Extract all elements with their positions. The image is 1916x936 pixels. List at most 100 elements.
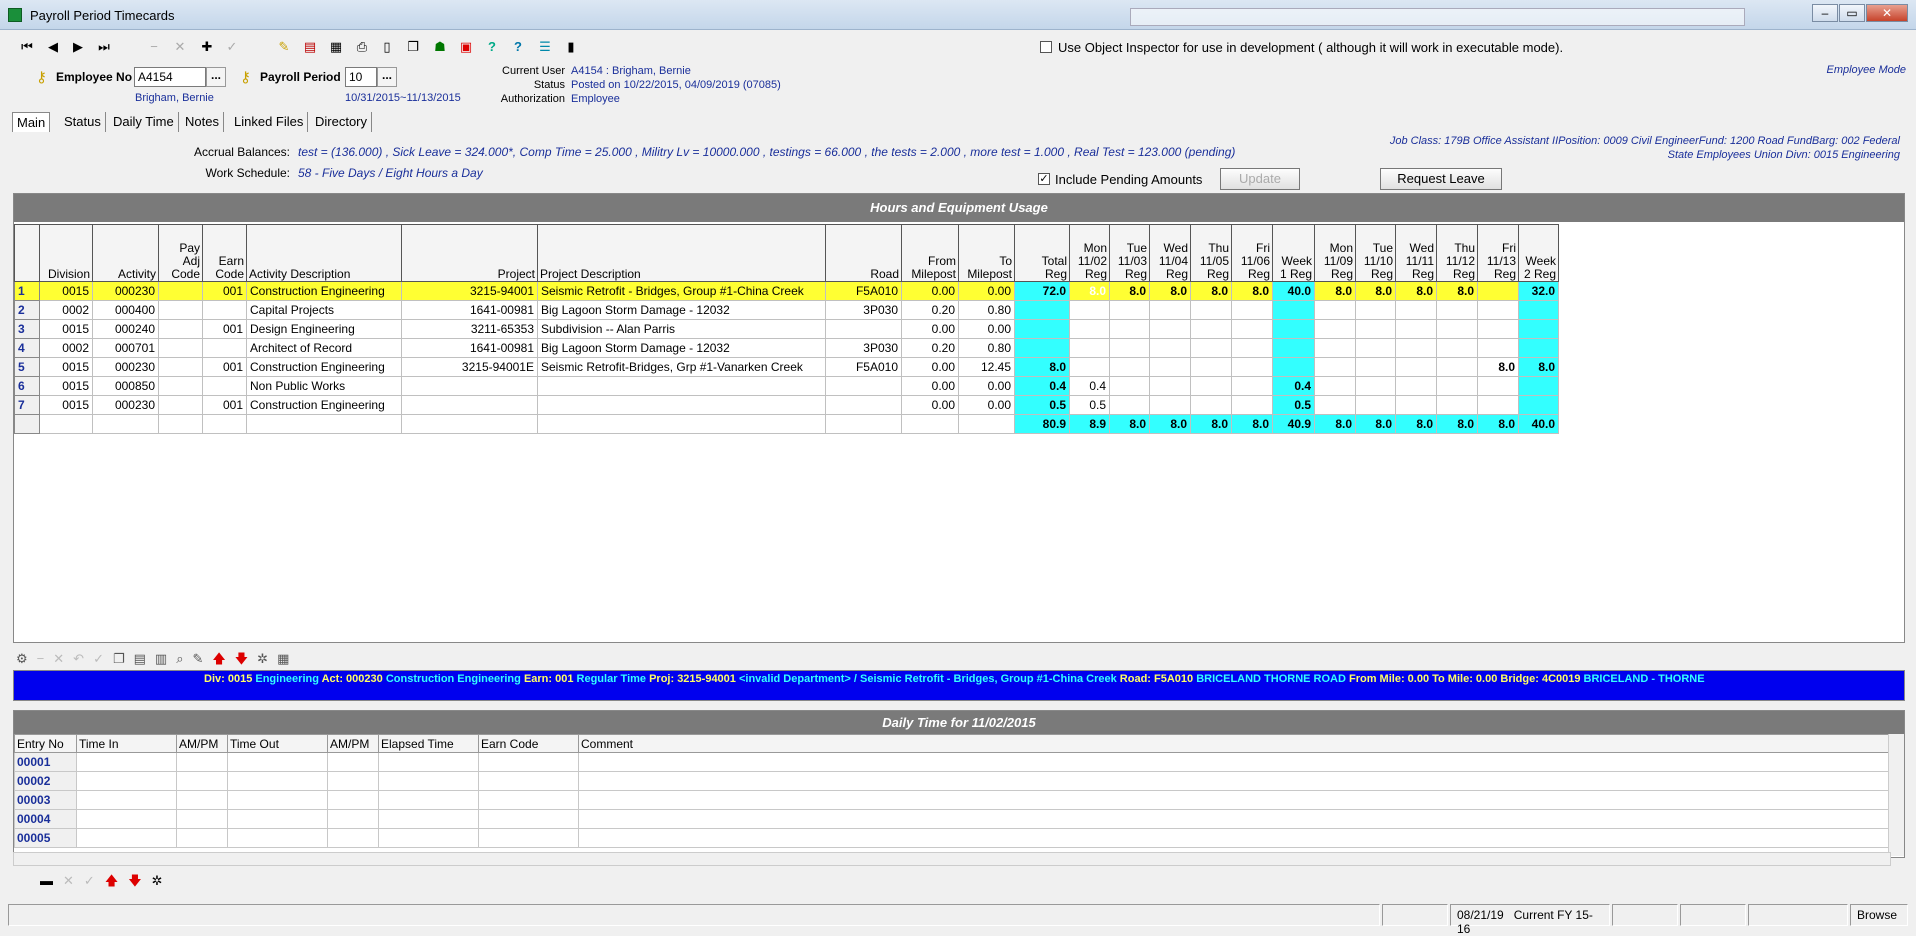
grid-cell[interactable] [1149,395,1191,415]
grid-cell[interactable]: 8.0 [1149,281,1191,301]
grid-cell[interactable] [1436,357,1478,377]
grid-cell[interactable]: 8.0 [1395,281,1437,301]
grid-cell[interactable]: Big Lagoon Storm Damage - 12032 [537,338,826,358]
grid-cell[interactable] [1231,300,1273,320]
grid-cell[interactable]: 0.00 [901,281,959,301]
grid-cell[interactable] [1109,357,1150,377]
grid-cell[interactable]: 3P030 [825,338,902,358]
last-record-icon[interactable]: ⏭ [94,38,114,56]
daily-cell[interactable] [327,752,379,772]
grid-cell[interactable] [1069,300,1110,320]
grid-cell[interactable] [1231,376,1273,396]
grid-cell[interactable] [1190,395,1232,415]
grid-cell[interactable] [1272,319,1315,339]
column-header[interactable]: From Milepost [901,224,959,282]
grid-undo-icon[interactable]: ↶ [73,651,93,666]
daily-cell[interactable] [478,752,579,772]
grid-find-icon[interactable]: ⌕ [176,651,192,666]
grid-cell[interactable] [1518,300,1559,320]
maximize-button[interactable]: ▭ [1839,4,1865,22]
grid-cell[interactable]: 0.4 [1272,376,1315,396]
grid-cell[interactable]: Non Public Works [246,376,402,396]
grid-cell[interactable] [537,395,826,415]
tab-notes[interactable]: Notes [181,112,224,132]
grid-cell[interactable] [1149,300,1191,320]
daily-cell[interactable] [578,771,1889,791]
grid-cell[interactable]: 0015 [39,319,93,339]
grid-cell[interactable]: 3215-94001E [401,357,538,377]
grid-cell[interactable]: 000240 [92,319,159,339]
grid-cell[interactable]: Seismic Retrofit - Bridges, Group #1-Chi… [537,281,826,301]
grid-cell[interactable] [1436,300,1478,320]
daily-column-header[interactable]: AM/PM [327,734,379,753]
grid-cell[interactable] [1477,376,1519,396]
grid-cell[interactable]: Seismic Retrofit-Bridges, Grp #1-Vanarke… [537,357,826,377]
grid-cancel-icon[interactable]: ✕ [53,651,73,666]
column-header[interactable]: Division [39,224,93,282]
grid-cell[interactable]: 0.80 [958,300,1015,320]
grid-cell[interactable] [825,395,902,415]
daily-cell[interactable] [378,828,479,848]
column-header[interactable]: Week 2 Reg [1518,224,1559,282]
request-leave-button[interactable]: Request Leave [1380,168,1502,190]
column-header[interactable]: Road [825,224,902,282]
employee-no-input[interactable]: A4154 [134,67,206,87]
help-icon[interactable]: ? [482,38,502,56]
grid-cell[interactable] [1272,338,1315,358]
grid-cell[interactable]: 0002 [39,338,93,358]
tab-status[interactable]: Status [60,112,106,132]
run-icon[interactable]: ☗ [430,38,450,56]
daily-move-up-icon[interactable]: 🡅 [105,873,128,888]
column-header[interactable]: Pay Adj Code [158,224,203,282]
grid-cell[interactable] [1272,357,1315,377]
grid-cell[interactable] [1395,376,1437,396]
report-icon[interactable]: ▤ [300,38,320,56]
column-header[interactable]: Tue 11/03 Reg [1109,224,1150,282]
grid-cell[interactable] [1518,395,1559,415]
grid-cell[interactable]: 001 [202,281,247,301]
daily-cancel-icon[interactable]: ✕ [63,873,84,888]
grid-cell[interactable] [158,319,203,339]
tab-linked-files[interactable]: Linked Files [230,112,309,132]
grid-cell[interactable] [401,376,538,396]
grid-cell[interactable] [1395,300,1437,320]
grid-cell[interactable] [401,395,538,415]
table-row[interactable]: 3 0015 000240 001 Design Engineering 3211-653… [14,319,1559,339]
daily-column-header[interactable]: Entry No [14,734,77,753]
grid-cell[interactable]: 12.45 [958,357,1015,377]
grid-cell[interactable] [1069,357,1110,377]
column-header[interactable]: Activity [92,224,159,282]
delete-icon[interactable]: − [144,38,164,56]
grid-cell[interactable] [1231,319,1273,339]
calculator-icon[interactable]: ▦ [326,38,346,56]
filter-icon[interactable]: ✎ [274,38,294,56]
daily-cell[interactable] [378,809,479,829]
grid-cell[interactable]: 40.0 [1272,281,1315,301]
copy-icon[interactable]: ❐ [403,38,423,56]
grid-cell[interactable]: 001 [202,357,247,377]
minimize-button[interactable]: – [1812,4,1838,22]
grid-cell[interactable] [1477,395,1519,415]
grid-edit-icon[interactable]: ✎ [193,651,213,666]
grid-options-icon[interactable]: ⚙ [16,651,37,666]
grid-cell[interactable] [1395,395,1437,415]
daily-cell[interactable] [327,828,379,848]
daily-move-down-icon[interactable]: 🡇 [128,873,151,888]
grid-cell[interactable]: 0.00 [901,319,959,339]
daily-cell[interactable] [478,828,579,848]
grid-cell[interactable] [1436,319,1478,339]
grid-cell[interactable]: Construction Engineering [246,281,402,301]
grid-cell[interactable]: F5A010 [825,357,902,377]
grid-cell[interactable] [1190,300,1232,320]
grid-table-icon[interactable]: ▦ [277,651,298,666]
table-row[interactable]: 4 0002 000701 Architect of Record 1641-00981… [14,338,1559,358]
grid-cell[interactable] [1314,319,1356,339]
daily-cell[interactable] [76,790,177,810]
grid-cell[interactable] [1477,319,1519,339]
daily-delete-icon[interactable]: ▬ [40,873,63,888]
grid-cell[interactable] [1436,338,1478,358]
document-icon[interactable]: ▯ [377,38,397,56]
daily-row[interactable]: 00001 [14,752,1889,772]
table-row[interactable]: 1 0015 000230 001 Construction Engineering 32… [14,281,1559,301]
grid-cell[interactable]: 32.0 [1518,281,1559,301]
